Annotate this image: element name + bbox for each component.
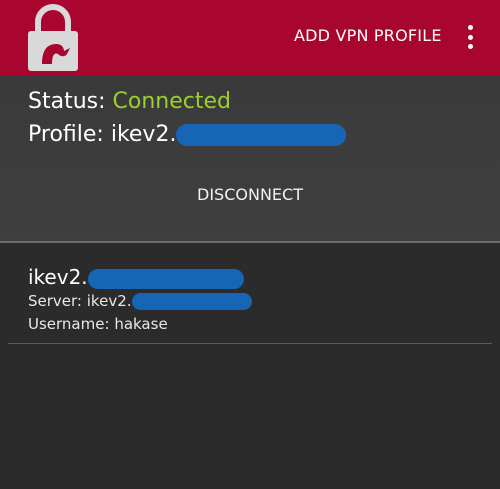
profile-value: ikev2.: [110, 122, 177, 147]
connection-status-panel: Status: Connected Profile: ikev2. DISCON…: [0, 75, 500, 243]
redaction-mark: [176, 124, 347, 146]
profile-name: ikev2.: [28, 265, 244, 289]
status-value: Connected: [112, 89, 231, 114]
server-label: Server:: [28, 292, 82, 310]
profile-username: Username: hakase: [28, 315, 168, 333]
username-value: hakase: [114, 315, 168, 333]
redaction-mark: [131, 293, 252, 310]
username-label: Username:: [28, 315, 110, 333]
list-divider: [8, 343, 492, 344]
menu-dot: [467, 34, 473, 40]
server-value: ikev2.: [86, 292, 132, 310]
profile-name-text: ikev2.: [28, 265, 88, 289]
redaction-mark: [87, 268, 244, 289]
menu-dot: [467, 25, 473, 30]
profile-server: Server: ikev2.: [28, 292, 252, 310]
profile-row: Profile: ikev2.: [28, 122, 347, 147]
overflow-menu-icon[interactable]: [460, 22, 480, 52]
status-row: Status: Connected: [28, 89, 231, 114]
vpn-profile-list-item[interactable]: ikev2. Server: ikev2. Username: hakase: [0, 245, 500, 345]
profile-label: Profile:: [28, 122, 104, 147]
padlock-logo-icon: [28, 4, 78, 71]
disconnect-button[interactable]: DISCONNECT: [0, 185, 500, 204]
status-label: Status:: [28, 89, 106, 114]
app-bar: ADD VPN PROFILE: [0, 0, 500, 75]
menu-dot: [467, 44, 473, 49]
add-vpn-profile-button[interactable]: ADD VPN PROFILE: [294, 26, 442, 45]
